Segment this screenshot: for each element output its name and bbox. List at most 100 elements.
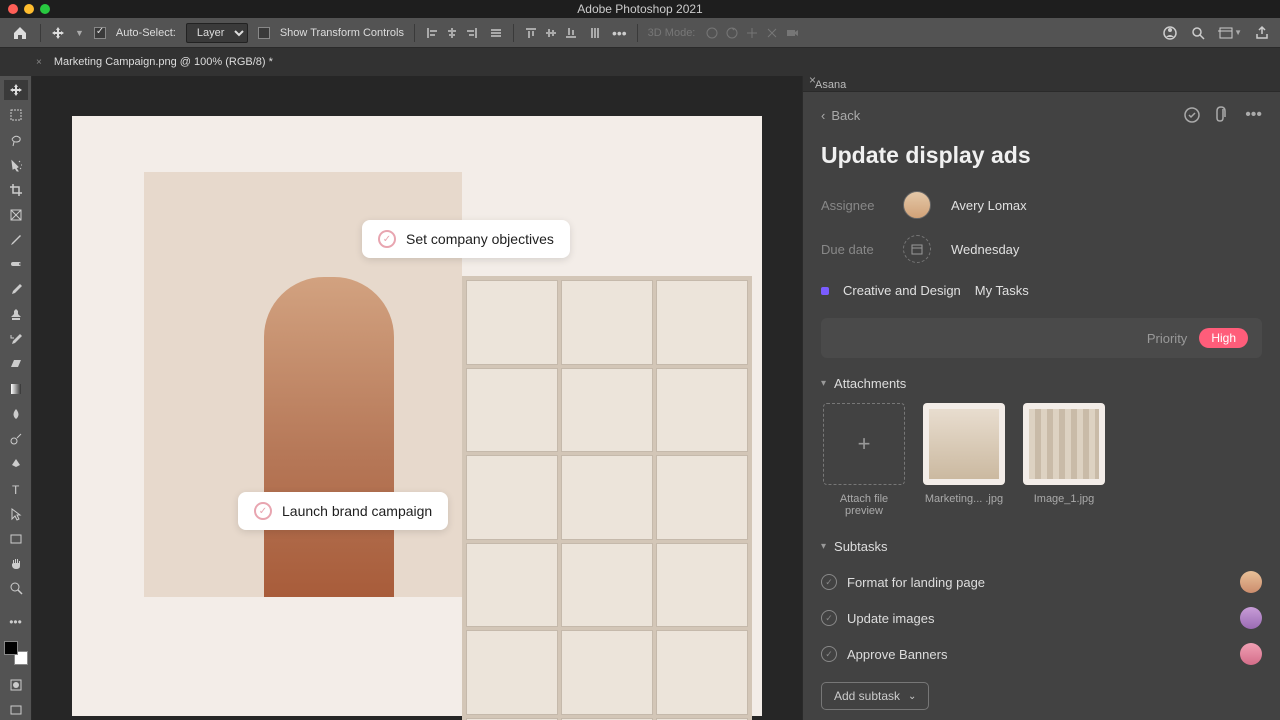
attachment-thumb-2[interactable]: Image_1.jpg bbox=[1021, 403, 1107, 517]
home-icon[interactable] bbox=[10, 23, 30, 43]
canvas-pill-objectives[interactable]: Set company objectives bbox=[362, 220, 570, 258]
assignee-avatar[interactable] bbox=[1240, 643, 1262, 665]
screen-mode-icon[interactable] bbox=[4, 700, 28, 720]
more-actions-icon[interactable]: ••• bbox=[1245, 106, 1262, 124]
eraser-tool[interactable] bbox=[4, 354, 28, 374]
calendar-icon[interactable] bbox=[903, 235, 931, 263]
distribute-v-icon[interactable] bbox=[588, 26, 602, 40]
chevron-down-icon[interactable]: ▼ bbox=[75, 28, 84, 38]
align-center-h-icon[interactable] bbox=[445, 26, 459, 40]
3d-slide-icon bbox=[765, 26, 779, 40]
clone-stamp-tool[interactable] bbox=[4, 304, 28, 324]
check-circle-icon[interactable] bbox=[821, 646, 837, 662]
canvas-image-shelves[interactable] bbox=[462, 276, 752, 720]
window-maximize-button[interactable] bbox=[40, 4, 50, 14]
move-tool-icon[interactable] bbox=[51, 26, 65, 40]
brush-tool[interactable] bbox=[4, 279, 28, 299]
check-circle-icon bbox=[378, 230, 396, 248]
panel-close-icon[interactable]: × bbox=[809, 73, 816, 87]
assignee-avatar[interactable] bbox=[1240, 607, 1262, 629]
gradient-tool[interactable] bbox=[4, 379, 28, 399]
attachment-thumb-1[interactable]: Marketing... .jpg bbox=[921, 403, 1007, 517]
auto-select-target[interactable]: Layer bbox=[186, 23, 248, 43]
document-canvas[interactable]: Set company objectives Launch brand camp… bbox=[72, 116, 762, 716]
3d-mode-icons bbox=[705, 26, 799, 40]
dodge-tool[interactable] bbox=[4, 429, 28, 449]
chevron-down-icon: ▾ bbox=[821, 378, 826, 389]
subtask-item[interactable]: Update images bbox=[821, 600, 1262, 636]
add-subtask-button[interactable]: Add subtask ⌄ bbox=[821, 682, 929, 710]
canvas-area[interactable]: Set company objectives Launch brand camp… bbox=[32, 76, 802, 720]
eyedropper-tool[interactable] bbox=[4, 230, 28, 250]
hand-tool[interactable] bbox=[4, 554, 28, 574]
quick-select-tool[interactable] bbox=[4, 155, 28, 175]
assignee-name[interactable]: Avery Lomax bbox=[951, 198, 1027, 213]
project-1[interactable]: Creative and Design bbox=[843, 283, 961, 298]
check-circle-icon[interactable] bbox=[821, 574, 837, 590]
pen-tool[interactable] bbox=[4, 454, 28, 474]
panel-title[interactable]: Asana bbox=[803, 79, 1280, 92]
duedate-label: Due date bbox=[821, 242, 883, 257]
align-left-icon[interactable] bbox=[425, 26, 439, 40]
edit-toolbar-icon[interactable]: ••• bbox=[4, 612, 28, 632]
marquee-tool[interactable] bbox=[4, 105, 28, 125]
frame-tool[interactable] bbox=[4, 205, 28, 225]
priority-value[interactable]: High bbox=[1199, 328, 1248, 348]
foreground-background-colors[interactable] bbox=[4, 641, 28, 665]
check-circle-icon[interactable] bbox=[821, 610, 837, 626]
project-2[interactable]: My Tasks bbox=[975, 283, 1029, 298]
assignee-avatar[interactable] bbox=[903, 191, 931, 219]
back-button[interactable]: ‹ Back bbox=[821, 108, 860, 123]
cloud-docs-icon[interactable] bbox=[1162, 25, 1178, 41]
window-close-button[interactable] bbox=[8, 4, 18, 14]
duedate-value[interactable]: Wednesday bbox=[951, 242, 1019, 257]
subtasks-header[interactable]: ▾ Subtasks bbox=[821, 539, 1262, 554]
document-tab[interactable]: Marketing Campaign.png @ 100% (RGB/8) * bbox=[42, 50, 285, 74]
workspace-icon[interactable]: ▼ bbox=[1218, 25, 1242, 41]
attachment-icon[interactable] bbox=[1215, 106, 1231, 124]
align-middle-icon[interactable] bbox=[544, 26, 558, 40]
subtask-item[interactable]: Format for landing page bbox=[821, 564, 1262, 600]
healing-brush-tool[interactable] bbox=[4, 254, 28, 274]
quick-mask-icon[interactable] bbox=[4, 675, 28, 695]
lasso-tool[interactable] bbox=[4, 130, 28, 150]
add-attachment[interactable]: + Attach file preview bbox=[821, 403, 907, 517]
subtask-item[interactable]: Approve Banners bbox=[821, 636, 1262, 672]
history-brush-tool[interactable] bbox=[4, 329, 28, 349]
rectangle-tool[interactable] bbox=[4, 529, 28, 549]
align-right-icon[interactable] bbox=[465, 26, 479, 40]
task-title[interactable]: Update display ads bbox=[803, 138, 1280, 183]
show-transform-checkbox[interactable] bbox=[258, 27, 270, 39]
blur-tool[interactable] bbox=[4, 404, 28, 424]
attachment-label: Attach file preview bbox=[821, 493, 907, 517]
window-minimize-button[interactable] bbox=[24, 4, 34, 14]
document-tab-label: Marketing Campaign.png @ 100% (RGB/8) * bbox=[54, 56, 273, 68]
align-top-icon[interactable] bbox=[524, 26, 538, 40]
path-select-tool[interactable] bbox=[4, 504, 28, 524]
zoom-tool[interactable] bbox=[4, 578, 28, 598]
3d-camera-icon bbox=[785, 26, 799, 40]
attachments-header[interactable]: ▾ Attachments bbox=[821, 376, 1262, 391]
distribute-icon[interactable] bbox=[489, 26, 503, 40]
search-icon[interactable] bbox=[1190, 25, 1206, 41]
move-tool[interactable] bbox=[4, 80, 28, 100]
align-bottom-icon[interactable] bbox=[564, 26, 578, 40]
assignee-avatar[interactable] bbox=[1240, 571, 1262, 593]
duedate-row: Due date Wednesday bbox=[803, 227, 1280, 271]
tool-palette: T ••• bbox=[0, 76, 32, 720]
share-icon[interactable] bbox=[1254, 25, 1270, 41]
subtask-label: Approve Banners bbox=[847, 647, 947, 662]
more-options-icon[interactable]: ••• bbox=[612, 25, 627, 41]
3d-orbit-icon bbox=[705, 26, 719, 40]
type-tool[interactable]: T bbox=[4, 479, 28, 499]
window-titlebar: Adobe Photoshop 2021 bbox=[0, 0, 1280, 18]
auto-select-checkbox[interactable] bbox=[94, 27, 106, 39]
complete-task-icon[interactable] bbox=[1183, 106, 1201, 124]
3d-roll-icon bbox=[725, 26, 739, 40]
assignee-label: Assignee bbox=[821, 198, 883, 213]
chevron-down-icon: ⌄ bbox=[908, 691, 916, 702]
attachment-label: Image_1.jpg bbox=[1034, 493, 1095, 505]
asana-panel: × Asana ‹ Back ••• Update display ads As… bbox=[802, 76, 1280, 720]
crop-tool[interactable] bbox=[4, 180, 28, 200]
canvas-pill-campaign[interactable]: Launch brand campaign bbox=[238, 492, 448, 530]
